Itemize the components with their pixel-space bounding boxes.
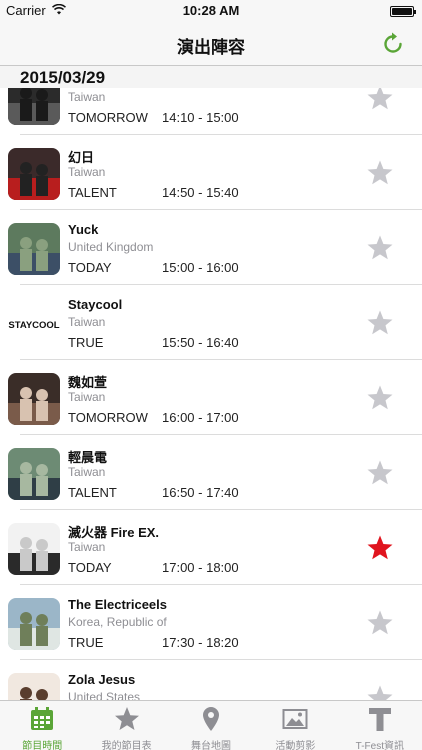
artist-country: Taiwan — [68, 465, 106, 479]
tab-calendar[interactable]: 節目時間 — [0, 701, 84, 750]
favorite-star-icon[interactable] — [366, 309, 394, 337]
page-title: 演出陣容 — [177, 38, 245, 57]
artist-stage: TODAY — [68, 560, 112, 575]
artist-country: Taiwan — [68, 315, 106, 329]
artist-country: Korea, Republic of — [68, 615, 167, 629]
status-bar: Carrier 10:28 AM — [0, 0, 422, 22]
artist-photo — [8, 673, 60, 700]
artist-time: 16:00 - 17:00 — [162, 410, 239, 425]
artist-photo — [8, 523, 60, 575]
star-icon — [114, 706, 140, 732]
artist-photo — [8, 88, 60, 125]
artist-country: Taiwan — [68, 165, 106, 179]
artist-row[interactable]: The Electriceels Korea, Republic of TRUE 17… — [0, 585, 422, 660]
artist-name: The Electriceels — [68, 597, 167, 612]
tab-map-pin[interactable]: 舞台地圖 — [169, 701, 253, 750]
artist-photo — [8, 373, 60, 425]
artist-name: 輕晨電 — [68, 450, 108, 465]
artist-stage: TRUE — [68, 335, 104, 350]
map-pin-icon — [198, 706, 224, 732]
artist-country: United Kingdom — [68, 240, 154, 254]
artist-row[interactable]: 幻日 Taiwan TALENT 14:50 - 15:40 — [0, 135, 422, 210]
artist-name: 魏如萱 — [68, 375, 108, 390]
favorite-star-icon[interactable] — [366, 534, 394, 562]
favorite-star-icon[interactable] — [366, 609, 394, 637]
favorite-star-icon[interactable] — [366, 88, 394, 112]
artist-stage: TALENT — [68, 185, 117, 200]
artist-name: Zola Jesus — [68, 672, 136, 687]
t-logo-icon — [367, 706, 393, 732]
artist-country: Taiwan — [68, 390, 106, 404]
artist-time: 15:50 - 16:40 — [162, 335, 239, 350]
artist-name: 滅火器 Fire EX. — [68, 525, 160, 540]
artist-photo — [8, 148, 60, 200]
battery-icon — [390, 6, 416, 17]
artist-name: Yuck — [68, 222, 99, 237]
artist-name: Staycool — [68, 297, 123, 312]
favorite-star-icon[interactable] — [366, 459, 394, 487]
artist-row[interactable]: 滅火器 Fire EX. Taiwan TODAY 17:00 - 18:00 — [0, 510, 422, 585]
date-section-header: 2015/03/29 — [0, 66, 422, 88]
favorite-star-icon[interactable] — [366, 384, 394, 412]
artist-list[interactable]: Taiwan TOMORROW 14:10 - 15:00 幻日 Taiwan TALEN… — [0, 88, 422, 700]
artist-stage: TRUE — [68, 635, 104, 650]
favorite-star-icon[interactable] — [366, 234, 394, 262]
tab-t-logo[interactable]: T-Fest資訊 — [338, 701, 422, 750]
tab-label: 活動剪影 — [275, 741, 316, 750]
artist-country: Taiwan — [68, 90, 106, 104]
artist-photo — [8, 598, 60, 650]
artist-row[interactable]: 魏如萱 Taiwan TOMORROW 16:00 - 17:00 — [0, 360, 422, 435]
tab-photo[interactable]: 活動剪影 — [253, 701, 337, 750]
artist-row[interactable]: Zola Jesus United States — [0, 660, 422, 700]
section-date: 2015/03/29 — [20, 68, 106, 87]
artist-row[interactable]: Yuck United Kingdom TODAY 15:00 - 16:00 — [0, 210, 422, 285]
favorite-star-icon[interactable] — [366, 159, 394, 187]
artist-time: 14:10 - 15:00 — [162, 110, 239, 125]
tab-label: 我的節目表 — [101, 741, 152, 750]
tab-bar: 節目時間 我的節目表 舞台地圖 活動剪影 T-Fest資訊 — [0, 700, 422, 750]
artist-time: 16:50 - 17:40 — [162, 485, 239, 500]
artist-row[interactable]: 輕晨電 Taiwan TALENT 16:50 - 17:40 — [0, 435, 422, 510]
photo-icon — [282, 706, 308, 732]
artist-country: United States — [68, 690, 141, 700]
artist-stage: TODAY — [68, 260, 112, 275]
refresh-icon[interactable] — [380, 31, 406, 57]
artist-logo-text: STAYCOOL — [8, 320, 59, 331]
navigation-bar: 演出陣容 — [0, 22, 422, 66]
artist-stage: TOMORROW — [68, 110, 148, 125]
artist-photo — [8, 448, 60, 500]
favorite-star-icon[interactable] — [366, 684, 394, 700]
tab-label: 舞台地圖 — [191, 741, 232, 750]
artist-row[interactable]: STAYCOOL Staycool Taiwan TRUE 15:50 - 16:40 — [0, 285, 422, 360]
calendar-icon — [29, 706, 55, 732]
artist-country: Taiwan — [68, 540, 106, 554]
tab-label: 節目時間 — [22, 741, 63, 750]
clock: 10:28 AM — [182, 3, 240, 18]
artist-time: 17:00 - 18:00 — [162, 560, 239, 575]
artist-photo — [8, 223, 60, 275]
tab-star[interactable]: 我的節目表 — [84, 701, 168, 750]
artist-name: 幻日 — [68, 150, 95, 165]
artist-time: 17:30 - 18:20 — [162, 635, 239, 650]
artist-stage: TOMORROW — [68, 410, 148, 425]
artist-time: 14:50 - 15:40 — [162, 185, 239, 200]
artist-stage: TALENT — [68, 485, 117, 500]
tab-label: T-Fest資訊 — [355, 741, 404, 750]
artist-row[interactable]: Taiwan TOMORROW 14:10 - 15:00 — [0, 88, 422, 135]
artist-time: 15:00 - 16:00 — [162, 260, 239, 275]
artist-photo: STAYCOOL — [8, 298, 60, 350]
